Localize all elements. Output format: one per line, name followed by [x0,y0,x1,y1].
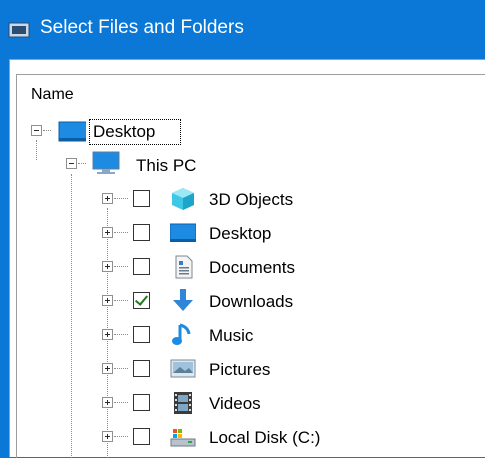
tree-node-documents[interactable]: Documents [10,252,485,282]
tree-line [114,402,128,403]
item-checkbox[interactable] [133,360,150,377]
item-checkbox[interactable] [133,224,150,241]
tree-line [114,266,128,267]
tree-line [114,232,128,233]
tree-line [114,368,128,369]
tree-label-item[interactable]: Pictures [209,360,270,380]
collapse-toggle[interactable] [66,158,77,169]
desktop-icon [170,223,196,242]
expand-toggle[interactable] [102,329,113,340]
tree-node-pictures[interactable]: Pictures [10,354,485,384]
tree-line [114,300,128,301]
app-icon [8,22,30,38]
item-checkbox[interactable] [133,190,150,207]
dialog-body: Name Desktop This PC 3D Objects Desktop … [9,59,485,458]
item-checkbox[interactable] [133,292,150,309]
tree-label-item[interactable]: Documents [209,258,295,278]
pictures-icon [170,359,196,378]
tree-line [78,163,86,164]
tree-label-this-pc[interactable]: This PC [136,156,196,176]
tree-line [114,198,128,199]
tree-node-videos[interactable]: Videos [10,388,485,418]
expand-toggle[interactable] [102,397,113,408]
local-disk-icon [170,429,196,447]
expand-toggle[interactable] [102,431,113,442]
downloads-icon [173,289,193,311]
music-icon [172,323,191,345]
expand-toggle[interactable] [102,295,113,306]
expand-toggle[interactable] [102,261,113,272]
tree-node-desktop[interactable]: Desktop [10,218,485,248]
expand-toggle[interactable] [102,193,113,204]
tree-node-this-pc[interactable]: This PC [10,149,485,179]
tree-node-downloads[interactable]: Downloads [10,286,485,316]
tree-node-music[interactable]: Music [10,320,485,350]
tree-label-item[interactable]: Videos [209,394,261,414]
tree-label-item[interactable]: Downloads [209,292,293,312]
collapse-toggle[interactable] [31,125,42,136]
tree-label-item[interactable]: 3D Objects [209,190,293,210]
tree-label-item[interactable]: Music [209,326,253,346]
title-bar[interactable]: Select Files and Folders [0,0,485,59]
tree-label-item[interactable]: Desktop [209,224,271,244]
computer-icon [92,151,120,174]
tree-line [114,436,128,437]
expand-toggle[interactable] [102,363,113,374]
tree-node-3d-objects[interactable]: 3D Objects [10,184,485,214]
desktop-icon [58,121,86,142]
item-checkbox[interactable] [133,394,150,411]
tree-label-desktop-root[interactable]: Desktop [93,122,155,142]
videos-icon [174,392,192,414]
tree-node-root[interactable]: Desktop [10,116,485,146]
window-title: Select Files and Folders [40,17,244,38]
expand-toggle[interactable] [102,227,113,238]
documents-icon [175,255,193,279]
tree-line [114,334,128,335]
item-checkbox[interactable] [133,258,150,275]
tree-node-local-disk-c[interactable]: Local Disk (C:) [10,422,485,452]
column-header-name[interactable]: Name [31,86,74,104]
3d-objects-icon [172,188,194,210]
tree-label-item[interactable]: Local Disk (C:) [209,428,320,448]
tree-line [43,130,51,131]
item-checkbox[interactable] [133,428,150,445]
item-checkbox[interactable] [133,326,150,343]
